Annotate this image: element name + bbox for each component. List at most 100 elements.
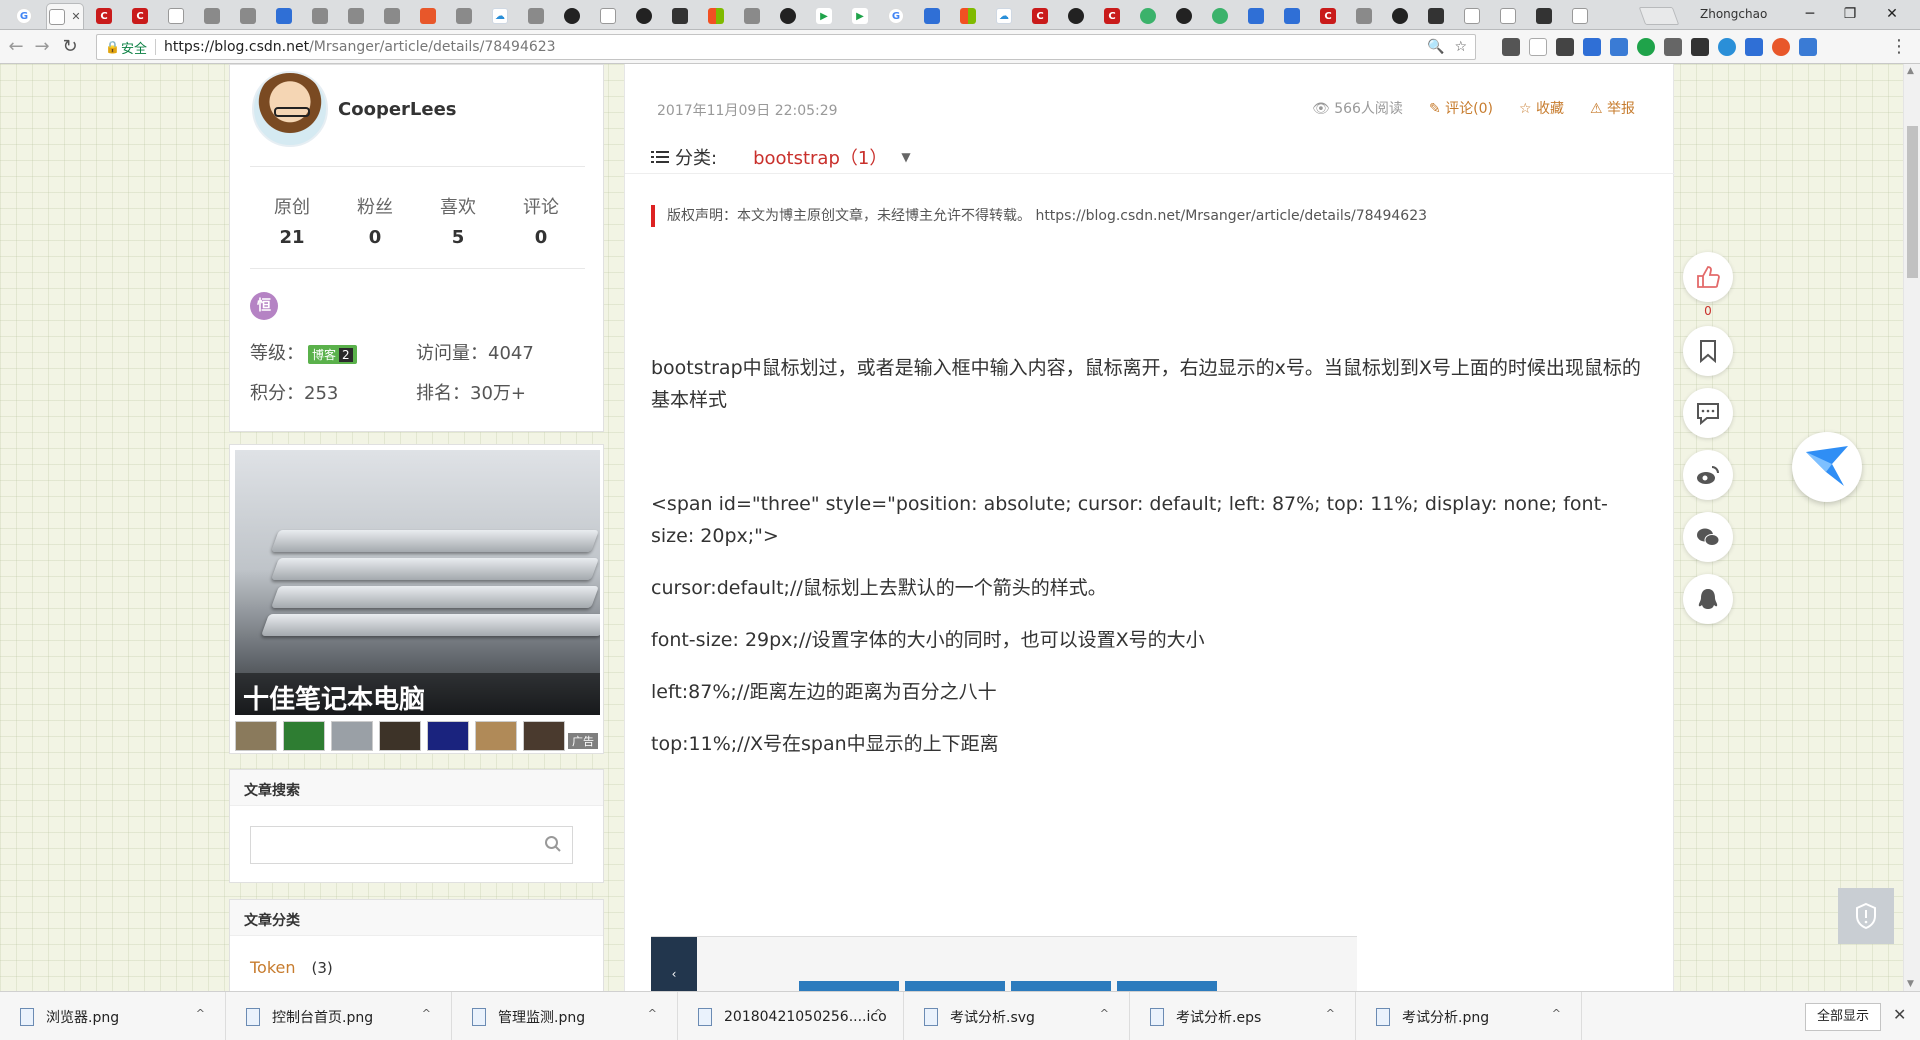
zoom-icon[interactable]: 🔍: [1427, 39, 1444, 55]
menu-icon[interactable]: ⋮: [1890, 36, 1908, 57]
browser-tab[interactable]: ☁: [990, 3, 1018, 29]
wechat-share-button[interactable]: [1683, 512, 1733, 562]
browser-tab[interactable]: [1566, 3, 1594, 29]
download-item[interactable]: 控制台首页.png ^: [226, 992, 452, 1040]
tab-close-icon[interactable]: ✕: [71, 10, 80, 23]
download-item[interactable]: 浏览器.png ^: [0, 992, 226, 1040]
comment-link[interactable]: ✎ 评论(0): [1429, 98, 1493, 118]
browser-tab[interactable]: ☁: [486, 3, 514, 29]
browser-tab[interactable]: [774, 3, 802, 29]
browser-tab[interactable]: [342, 3, 370, 29]
scroll-down-icon[interactable]: ▼: [1907, 979, 1914, 989]
medal-badge[interactable]: 恒: [250, 292, 278, 320]
browser-tab[interactable]: [666, 3, 694, 29]
avatar[interactable]: [252, 71, 328, 147]
chevron-up-icon[interactable]: ^: [648, 1007, 657, 1020]
extension-icon[interactable]: [1637, 38, 1655, 56]
extension-icon[interactable]: [1610, 38, 1628, 56]
report-link[interactable]: ⚠ 举报: [1590, 98, 1635, 118]
scroll-thumb[interactable]: [1907, 126, 1918, 278]
browser-tab[interactable]: G: [10, 3, 38, 29]
maximize-button[interactable]: ❐: [1830, 4, 1870, 24]
ad-card[interactable]: 十佳笔记本电脑 广告: [229, 444, 604, 754]
bookmark-button[interactable]: [1683, 326, 1733, 376]
close-icon[interactable]: ✕: [1893, 1005, 1906, 1024]
browser-tab[interactable]: [1278, 3, 1306, 29]
browser-tab[interactable]: [594, 3, 622, 29]
show-all-downloads-button[interactable]: 全部显示: [1805, 1003, 1881, 1031]
new-tab-button[interactable]: [1638, 7, 1680, 25]
search-icon[interactable]: [544, 835, 562, 853]
chevron-up-icon[interactable]: ^: [196, 1007, 205, 1020]
browser-tab[interactable]: C: [90, 3, 118, 29]
bird-assistant-button[interactable]: [1792, 432, 1862, 502]
scroll-up-icon[interactable]: ▲: [1907, 66, 1914, 76]
browser-tab[interactable]: [630, 3, 658, 29]
browser-tab[interactable]: [1386, 3, 1414, 29]
ad-thumbnail[interactable]: [475, 721, 517, 751]
chevron-up-icon[interactable]: ^: [1552, 1007, 1561, 1020]
back-icon[interactable]: ←: [6, 37, 26, 57]
ad-thumbnail[interactable]: [331, 721, 373, 751]
chevron-down-icon[interactable]: ▼: [901, 150, 910, 164]
ad-thumbnail[interactable]: [427, 721, 469, 751]
category-item[interactable]: Token (3): [250, 958, 333, 977]
chevron-up-icon[interactable]: ^: [1326, 1007, 1335, 1020]
ad-thumbnail[interactable]: [235, 721, 277, 751]
chevron-up-icon[interactable]: ^: [422, 1007, 431, 1020]
extension-icon[interactable]: [1745, 38, 1763, 56]
browser-tab[interactable]: [1062, 3, 1090, 29]
category-link[interactable]: bootstrap（1）: [753, 144, 887, 170]
report-shield-button[interactable]: [1838, 888, 1894, 944]
extension-icon[interactable]: [1718, 38, 1736, 56]
browser-tab[interactable]: [1206, 3, 1234, 29]
extension-icon[interactable]: [1772, 38, 1790, 56]
page-scrollbar[interactable]: ▲ ▼: [1903, 64, 1920, 991]
profile-name[interactable]: Zhongchao: [1700, 7, 1767, 21]
extension-icon[interactable]: [1502, 38, 1520, 56]
favorite-link[interactable]: ☆ 收藏: [1519, 98, 1564, 118]
browser-tab[interactable]: [522, 3, 550, 29]
browser-tab[interactable]: C: [1026, 3, 1054, 29]
browser-tab[interactable]: [414, 3, 442, 29]
browser-tab[interactable]: [738, 3, 766, 29]
extension-icon[interactable]: [1583, 38, 1601, 56]
browser-tab[interactable]: [198, 3, 226, 29]
browser-tab[interactable]: ▶: [810, 3, 838, 29]
browser-tab-active[interactable]: ✕: [46, 3, 84, 29]
browser-tab[interactable]: [1134, 3, 1162, 29]
ad-thumbnail[interactable]: [283, 721, 325, 751]
download-item[interactable]: 管理监测.png ^: [452, 992, 678, 1040]
browser-tab[interactable]: [378, 3, 406, 29]
download-item[interactable]: 考试分析.svg ^: [904, 992, 1130, 1040]
ad-image[interactable]: 十佳笔记本电脑: [235, 450, 600, 715]
extension-icon[interactable]: [1691, 38, 1709, 56]
reload-icon[interactable]: ↻: [60, 37, 80, 57]
qq-share-button[interactable]: [1683, 574, 1733, 624]
browser-tab[interactable]: [918, 3, 946, 29]
username[interactable]: CooperLees: [338, 99, 457, 120]
browser-tab[interactable]: G: [882, 3, 910, 29]
address-bar[interactable]: 🔒 安全 https://blog.csdn.net/Mrsanger/arti…: [96, 34, 1476, 60]
download-item[interactable]: 考试分析.eps ^: [1130, 992, 1356, 1040]
browser-tab[interactable]: [450, 3, 478, 29]
ad-thumbnail[interactable]: [523, 721, 565, 751]
url-text[interactable]: https://blog.csdn.net/Mrsanger/article/d…: [164, 39, 556, 55]
extension-icon[interactable]: [1799, 38, 1817, 56]
browser-tab[interactable]: [1494, 3, 1522, 29]
browser-tab[interactable]: ▶: [846, 3, 874, 29]
browser-tab[interactable]: [702, 3, 730, 29]
browser-tab[interactable]: [1350, 3, 1378, 29]
extension-icon[interactable]: [1556, 38, 1574, 56]
weibo-share-button[interactable]: [1683, 450, 1733, 500]
browser-tab[interactable]: [1530, 3, 1558, 29]
browser-tab[interactable]: [270, 3, 298, 29]
browser-tab[interactable]: [1458, 3, 1486, 29]
chevron-up-icon[interactable]: ^: [874, 1007, 883, 1020]
browser-tab[interactable]: [162, 3, 190, 29]
browser-tab[interactable]: [234, 3, 262, 29]
browser-tab[interactable]: C: [1314, 3, 1342, 29]
like-button[interactable]: [1683, 252, 1733, 302]
close-window-button[interactable]: ✕: [1872, 4, 1912, 24]
browser-tab[interactable]: [1242, 3, 1270, 29]
